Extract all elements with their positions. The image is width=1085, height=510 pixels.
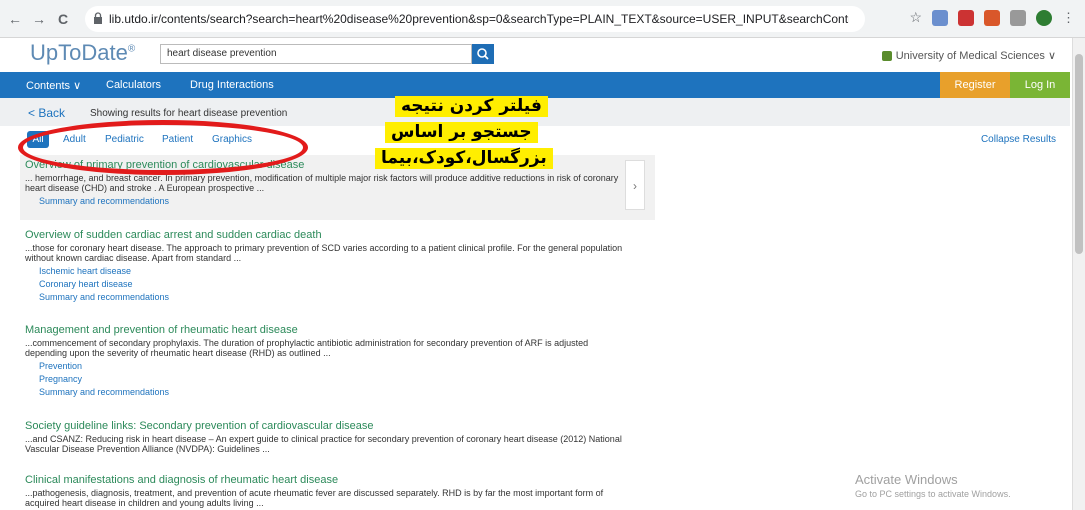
star-icon[interactable]: ☆ <box>909 9 922 26</box>
result-title[interactable]: Clinical manifestations and diagnosis of… <box>25 474 625 486</box>
annotation-highlight-ellipse <box>18 120 308 175</box>
extension-sc-icon[interactable] <box>984 9 1000 26</box>
main-nav: Contents ∨ Calculators Drug Interactions… <box>0 72 1070 98</box>
camera-icon[interactable] <box>1010 9 1026 26</box>
nav-drug-interactions[interactable]: Drug Interactions <box>190 79 274 91</box>
result-sublink[interactable]: Summary and recommendations <box>39 387 625 397</box>
extension-icons: ☆ ⋮ <box>909 9 1075 26</box>
result-snippet: ... hemorrhage, and breast cancer. In pr… <box>25 173 619 193</box>
result-title[interactable]: Overview of sudden cardiac arrest and su… <box>25 229 625 241</box>
uptodate-logo[interactable]: UpToDate® <box>30 40 135 66</box>
annotation-text: فیلتر کردن نتیجه <box>395 96 548 117</box>
register-button[interactable]: Register <box>940 72 1010 98</box>
result-item: Society guideline links: Secondary preve… <box>25 420 625 454</box>
result-snippet: ...commencement of secondary prophylaxis… <box>25 338 589 358</box>
lock-icon <box>94 12 102 24</box>
result-sublink[interactable]: Summary and recommendations <box>39 196 625 206</box>
activate-windows-watermark: Activate Windows Go to PC settings to ac… <box>855 472 1011 500</box>
back-arrow-icon[interactable]: ← <box>8 11 22 27</box>
search-icon <box>477 48 489 60</box>
result-sublink[interactable]: Ischemic heart disease <box>39 266 625 276</box>
menu-dots-icon[interactable]: ⋮ <box>1062 10 1075 26</box>
scrollbar[interactable] <box>1072 38 1085 510</box>
url-text: lib.utdo.ir/contents/search?search=heart… <box>109 12 849 26</box>
search-input[interactable]: heart disease prevention <box>160 44 472 64</box>
address-bar[interactable]: lib.utdo.ir/contents/search?search=heart… <box>85 6 865 32</box>
scroll-thumb[interactable] <box>1075 54 1083 254</box>
profile-avatar[interactable] <box>1036 9 1052 26</box>
nav-contents[interactable]: Contents ∨ <box>26 79 81 92</box>
result-snippet: ...and CSANZ: Reducing risk in heart dis… <box>25 434 622 454</box>
result-item: Management and prevention of rheumatic h… <box>25 324 625 397</box>
result-sublink[interactable]: Summary and recommendations <box>39 292 625 302</box>
result-item: Clinical manifestations and diagnosis of… <box>25 474 625 508</box>
result-item: Overview of sudden cardiac arrest and su… <box>25 229 625 302</box>
annotation-text: جستجو بر اساس <box>385 122 538 143</box>
forward-arrow-icon[interactable]: → <box>32 11 46 27</box>
result-snippet: ...those for coronary heart disease. The… <box>25 243 623 263</box>
reload-icon[interactable]: C <box>58 11 68 27</box>
search-button[interactable] <box>472 44 494 64</box>
extension-pdf-icon[interactable] <box>958 9 974 26</box>
showing-results-text: Showing results for heart disease preven… <box>90 108 288 119</box>
result-sublink[interactable]: Prevention <box>39 361 625 371</box>
nav-calculators[interactable]: Calculators <box>106 79 161 91</box>
result-title[interactable]: Management and prevention of rheumatic h… <box>25 324 625 336</box>
result-sublink[interactable]: Coronary heart disease <box>39 279 625 289</box>
result-snippet: ...pathogenesis, diagnosis, treatment, a… <box>25 488 604 508</box>
collapse-results-link[interactable]: Collapse Results <box>981 134 1056 145</box>
browser-toolbar: ← → C lib.utdo.ir/contents/search?search… <box>0 0 1085 38</box>
annotation-text: بزرگسال،کودک،بیما <box>375 148 553 169</box>
site-header: UpToDate® heart disease prevention Unive… <box>0 38 1070 68</box>
back-link[interactable]: < Back <box>28 106 65 120</box>
result-sublink[interactable]: Pregnancy <box>39 374 625 384</box>
chevron-right-icon[interactable]: › <box>625 160 645 210</box>
extension-download-icon[interactable] <box>932 9 948 26</box>
result-title[interactable]: Society guideline links: Secondary preve… <box>25 420 625 432</box>
organization-selector[interactable]: University of Medical Sciences ∨ <box>881 49 1056 62</box>
login-button[interactable]: Log In <box>1010 72 1070 98</box>
institution-icon <box>881 50 892 61</box>
